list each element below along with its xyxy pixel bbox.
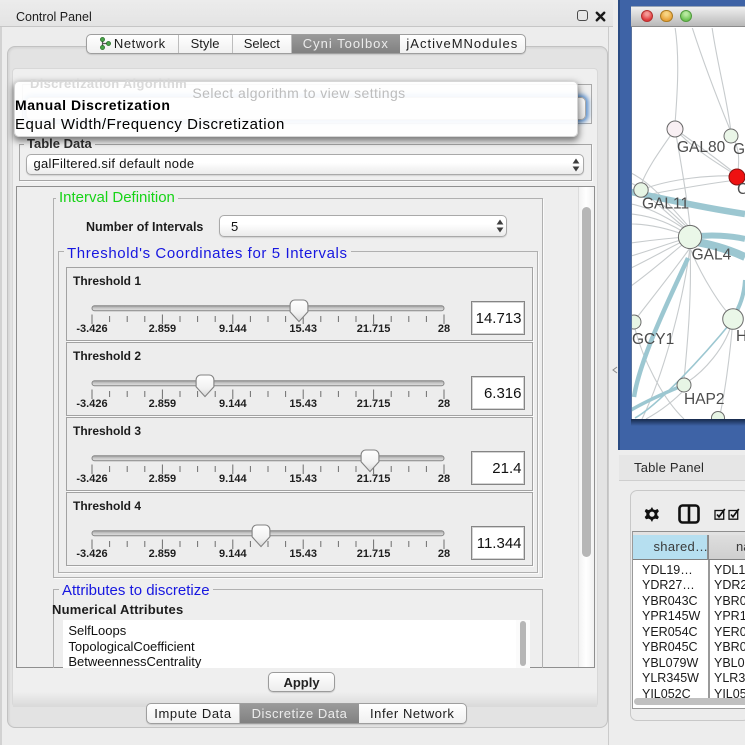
svg-text:HX: HX	[736, 328, 745, 345]
svg-text:CD: CD	[737, 181, 745, 198]
svg-text:GAL11: GAL11	[642, 196, 689, 213]
svg-text:GAL4: GAL4	[692, 247, 732, 264]
svg-text:GA: GA	[733, 141, 745, 158]
svg-text:HAP2: HAP2	[684, 391, 725, 408]
svg-text:GCY1: GCY1	[632, 331, 674, 348]
svg-text:GAL80: GAL80	[677, 139, 726, 156]
